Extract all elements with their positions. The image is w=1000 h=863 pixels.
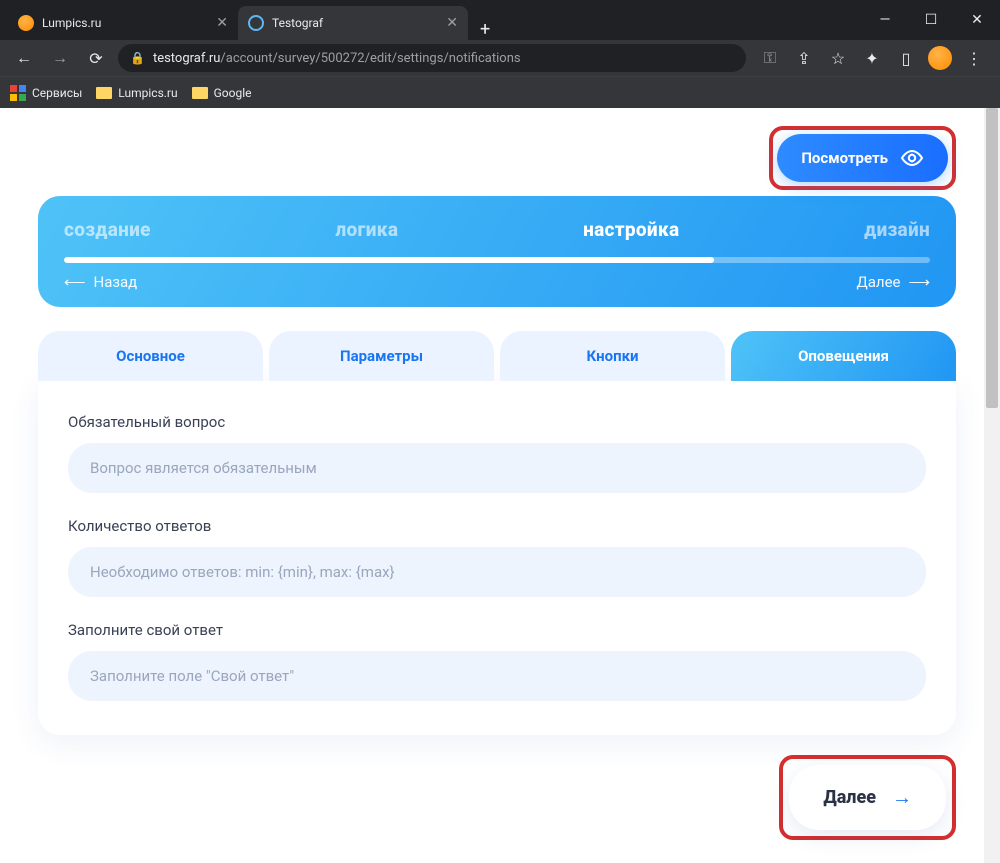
extensions-icon[interactable]: ✦ bbox=[856, 44, 888, 72]
next-button[interactable]: Далее → bbox=[789, 765, 946, 830]
field-input-answers[interactable]: Необходимо ответов: min: {min}, max: {ma… bbox=[68, 547, 926, 597]
maximize-button[interactable]: ☐ bbox=[908, 0, 954, 40]
step-settings[interactable]: настройка bbox=[583, 218, 679, 241]
grid-icon bbox=[10, 85, 26, 101]
preview-button[interactable]: Посмотреть bbox=[777, 134, 948, 182]
scrollbar[interactable] bbox=[984, 108, 1000, 863]
settings-tabs: Основное Параметры Кнопки Оповещения bbox=[38, 331, 956, 381]
back-link[interactable]: ⟵ Назад bbox=[64, 273, 137, 291]
key-icon[interactable]: ⚿ bbox=[754, 44, 786, 72]
titlebar: Lumpics.ru ✕ Testograf ✕ + — ☐ ✕ bbox=[0, 0, 1000, 40]
step-creation[interactable]: создание bbox=[64, 218, 151, 241]
field-input-required[interactable]: Вопрос является обязательным bbox=[68, 443, 926, 493]
back-button[interactable]: ← bbox=[10, 44, 38, 72]
field-input-own[interactable]: Заполните поле "Свой ответ" bbox=[68, 651, 926, 701]
tab-title: Testograf bbox=[272, 16, 440, 30]
bookmark-google[interactable]: Google bbox=[192, 86, 252, 100]
browser-tab-1[interactable]: Testograf ✕ bbox=[238, 6, 468, 40]
eye-icon bbox=[900, 147, 924, 169]
step-logic[interactable]: логика bbox=[336, 218, 399, 241]
page-content: Посмотреть создание логика настройка диз… bbox=[0, 108, 984, 863]
star-icon[interactable]: ☆ bbox=[822, 44, 854, 72]
close-icon[interactable]: ✕ bbox=[446, 15, 458, 31]
arrow-right-icon: ⟶ bbox=[908, 273, 930, 291]
viewport: Посмотреть создание логика настройка диз… bbox=[0, 108, 1000, 863]
tab-notifications[interactable]: Оповещения bbox=[731, 331, 956, 381]
browser-tab-0[interactable]: Lumpics.ru ✕ bbox=[8, 6, 238, 40]
steps-card: создание логика настройка дизайн ⟵ Назад… bbox=[38, 196, 956, 307]
bookmark-lumpics[interactable]: Lumpics.ru bbox=[96, 86, 177, 100]
progress-bar bbox=[64, 257, 930, 263]
field-label: Обязательный вопрос bbox=[68, 413, 926, 431]
field-answers-count: Количество ответов Необходимо ответов: m… bbox=[68, 517, 926, 597]
lock-icon: 🔒 bbox=[130, 51, 145, 65]
highlight-annotation: Далее → bbox=[779, 755, 956, 840]
close-icon[interactable]: ✕ bbox=[216, 15, 228, 31]
reading-list-icon[interactable]: ▯ bbox=[890, 44, 922, 72]
favicon-testograf bbox=[248, 15, 264, 31]
field-label: Заполните свой ответ bbox=[68, 621, 926, 639]
window-controls: — ☐ ✕ bbox=[862, 0, 1000, 40]
scrollbar-thumb[interactable] bbox=[986, 108, 998, 408]
settings-panel: Обязательный вопрос Вопрос является обяз… bbox=[38, 381, 956, 735]
field-label: Количество ответов bbox=[68, 517, 926, 535]
favicon-lumpics bbox=[18, 15, 34, 31]
tab-buttons[interactable]: Кнопки bbox=[500, 331, 725, 381]
field-required: Обязательный вопрос Вопрос является обяз… bbox=[68, 413, 926, 493]
tab-params[interactable]: Параметры bbox=[269, 331, 494, 381]
share-icon[interactable]: ⇪ bbox=[788, 44, 820, 72]
menu-icon[interactable]: ⋮ bbox=[958, 44, 990, 72]
url-domain: testograf.ru bbox=[153, 51, 220, 66]
progress-fill bbox=[64, 257, 714, 263]
reload-button[interactable]: ⟳ bbox=[82, 44, 110, 72]
bookmark-services[interactable]: Сервисы bbox=[10, 85, 82, 101]
forward-button[interactable]: → bbox=[46, 44, 74, 72]
folder-icon bbox=[96, 87, 112, 99]
preview-button-label: Посмотреть bbox=[801, 149, 888, 167]
tab-title: Lumpics.ru bbox=[42, 16, 210, 30]
new-tab-button[interactable]: + bbox=[468, 19, 502, 40]
arrow-right-icon: → bbox=[892, 785, 912, 810]
close-window-button[interactable]: ✕ bbox=[954, 0, 1000, 40]
next-button-label: Далее bbox=[823, 787, 876, 808]
url-field[interactable]: 🔒 testograf.ru/account/survey/500272/edi… bbox=[118, 44, 746, 72]
step-design[interactable]: дизайн bbox=[864, 218, 930, 241]
highlight-annotation: Посмотреть bbox=[769, 126, 956, 190]
minimize-button[interactable]: — bbox=[862, 0, 908, 40]
address-bar: ← → ⟳ 🔒 testograf.ru/account/survey/5002… bbox=[0, 40, 1000, 76]
arrow-left-icon: ⟵ bbox=[64, 273, 86, 291]
next-link[interactable]: Далее ⟶ bbox=[856, 273, 930, 291]
bookmarks-bar: Сервисы Lumpics.ru Google bbox=[0, 76, 1000, 108]
profile-button[interactable] bbox=[924, 44, 956, 72]
field-own-answer: Заполните свой ответ Заполните поле "Сво… bbox=[68, 621, 926, 701]
folder-icon bbox=[192, 87, 208, 99]
tab-main[interactable]: Основное bbox=[38, 331, 263, 381]
avatar bbox=[928, 46, 952, 70]
url-path: /account/survey/500272/edit/settings/not… bbox=[220, 51, 520, 66]
